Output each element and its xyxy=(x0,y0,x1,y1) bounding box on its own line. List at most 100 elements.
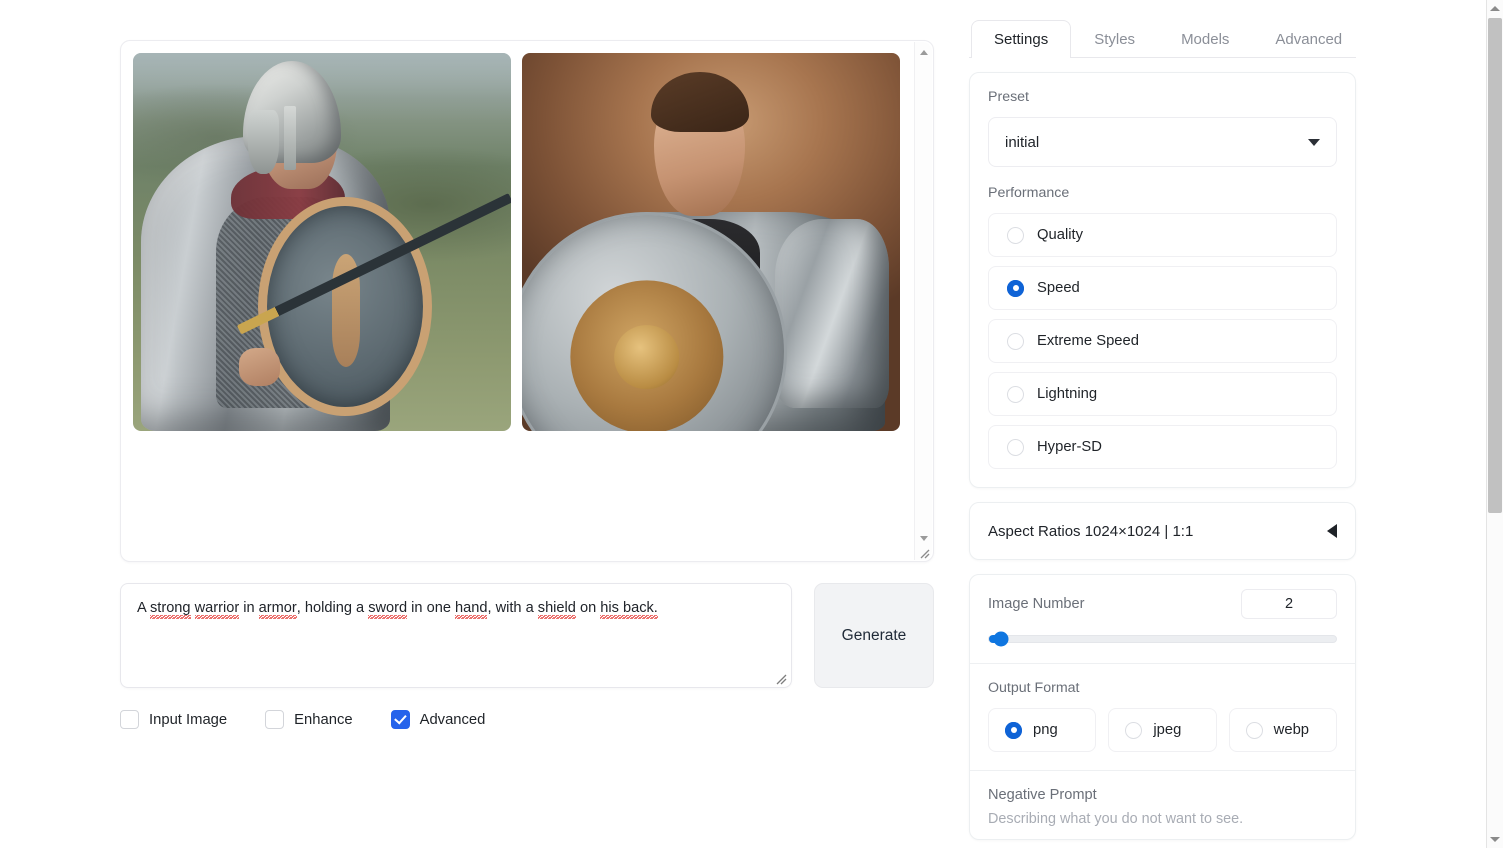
gallery-scroll-up-icon[interactable] xyxy=(915,44,933,60)
negative-prompt-label: Negative Prompt xyxy=(988,787,1097,803)
checkbox-enhance[interactable]: Enhance xyxy=(265,710,353,729)
image-number-section: Image Number 2 xyxy=(970,575,1355,663)
checkbox-enhance-label: Enhance xyxy=(294,711,353,728)
page-scrollbar[interactable] xyxy=(1486,0,1503,848)
page-scroll-down-icon[interactable] xyxy=(1487,831,1503,848)
generated-image-1[interactable] xyxy=(133,53,511,431)
negative-prompt-input[interactable]: Describing what you do not want to see. xyxy=(988,811,1337,827)
prompt-row: A strong warrior in armor, holding a swo… xyxy=(120,583,934,688)
performance-option-lightning[interactable]: Lightning xyxy=(988,372,1337,416)
warrior-cheek-guard xyxy=(248,109,279,174)
image-number-slider[interactable] xyxy=(988,631,1337,647)
prompt-misspelled-word: shield xyxy=(537,600,576,616)
prompt-word xyxy=(191,600,195,616)
checkbox-enhance-box[interactable] xyxy=(265,710,285,729)
checkbox-advanced-box[interactable] xyxy=(390,710,410,729)
output-format-png-label: png xyxy=(1033,722,1058,738)
performance-option-hyper-sd[interactable]: Hyper-SD xyxy=(988,425,1337,469)
radio-icon-extreme-speed[interactable] xyxy=(1007,332,1024,350)
performance-option-speed-label: Speed xyxy=(1037,280,1080,296)
performance-option-quality[interactable]: Quality xyxy=(988,213,1337,257)
generate-button[interactable]: Generate xyxy=(814,583,934,688)
gallery-resize-grip-icon[interactable] xyxy=(916,545,930,559)
performance-option-extreme-speed-label: Extreme Speed xyxy=(1037,333,1139,349)
prompt-text: A strong warrior in armor, holding a swo… xyxy=(137,598,775,618)
chevron-down-icon xyxy=(1308,138,1320,146)
preset-label: Preset xyxy=(988,89,1030,105)
prompt-word: in one xyxy=(407,600,455,616)
tab-settings[interactable]: Settings xyxy=(971,20,1072,58)
gallery-scroll-down-icon[interactable] xyxy=(915,530,933,546)
prompt-resize-grip-icon[interactable] xyxy=(773,671,787,685)
performance-label: Performance xyxy=(988,185,1070,201)
output-format-webp[interactable]: webp xyxy=(1228,708,1337,752)
preset-performance-card: Preset initial Performance Quality Speed… xyxy=(969,72,1356,488)
image-gallery-list xyxy=(121,41,913,561)
prompt-misspelled-word: sword xyxy=(368,600,408,616)
radio-icon-quality[interactable] xyxy=(1007,226,1024,244)
radio-icon-lightning[interactable] xyxy=(1007,385,1024,403)
gallery-scrollbar[interactable] xyxy=(914,42,932,560)
page-scroll-thumb[interactable] xyxy=(1488,18,1502,513)
aspect-ratios-card: Aspect Ratios 1024×1024 | 1:1 xyxy=(969,502,1356,560)
prompt-word: on xyxy=(575,600,601,616)
warrior2-hair xyxy=(650,71,749,133)
aspect-ratios-label: Aspect Ratios 1024×1024 | 1:1 xyxy=(988,522,1194,540)
performance-radio-list: Quality Speed Extreme Speed Lightning Hy… xyxy=(988,213,1337,469)
prompt-word: A xyxy=(137,600,150,616)
tab-models[interactable]: Models xyxy=(1158,20,1252,58)
negative-prompt-section: Negative Prompt Describing what you do n… xyxy=(970,771,1355,839)
image-gallery-panel xyxy=(120,40,934,562)
warrior2-pauldron xyxy=(775,219,889,409)
prompt-misspelled-word: strong xyxy=(149,600,191,616)
performance-option-speed[interactable]: Speed xyxy=(988,266,1337,310)
prompt-word: , holding a xyxy=(296,600,369,616)
page-scroll-up-icon[interactable] xyxy=(1487,0,1503,17)
checkbox-advanced[interactable]: Advanced xyxy=(390,710,486,729)
tab-styles[interactable]: Styles xyxy=(1071,20,1158,58)
settings-panel: Settings Styles Models Advanced Preset i… xyxy=(955,0,1486,848)
output-format-webp-label: webp xyxy=(1273,722,1310,738)
radio-icon-webp[interactable] xyxy=(1245,721,1263,739)
checkbox-advanced-label: Advanced xyxy=(419,711,486,728)
radio-icon-speed[interactable] xyxy=(1007,279,1024,297)
radio-icon-hyper-sd[interactable] xyxy=(1007,438,1024,456)
caret-left-icon xyxy=(1327,524,1337,538)
settings-body: Preset initial Performance Quality Speed… xyxy=(969,58,1356,840)
image-number-input[interactable]: 2 xyxy=(1241,589,1337,619)
performance-option-extreme-speed[interactable]: Extreme Speed xyxy=(988,319,1337,363)
image-settings-card: Image Number 2 Output Format png jpeg we… xyxy=(969,574,1356,840)
output-format-section: Output Format png jpeg webp xyxy=(970,664,1355,770)
checkbox-input-image-box[interactable] xyxy=(120,710,139,729)
output-format-png[interactable]: png xyxy=(988,708,1097,752)
settings-tabs: Settings Styles Models Advanced xyxy=(969,0,1356,58)
output-format-options: png jpeg webp xyxy=(988,708,1337,752)
checkbox-input-image[interactable]: Input Image xyxy=(120,710,227,729)
preset-section: Preset initial xyxy=(970,73,1355,185)
output-format-label: Output Format xyxy=(988,680,1080,696)
output-format-jpeg-label: jpeg xyxy=(1153,722,1182,738)
output-format-jpeg[interactable]: jpeg xyxy=(1108,708,1217,752)
warrior-nasal-guard xyxy=(284,105,297,171)
prompt-input[interactable]: A strong warrior in armor, holding a swo… xyxy=(120,583,792,688)
image-number-head: Image Number 2 xyxy=(988,589,1337,619)
preset-value: initial xyxy=(1005,133,1040,151)
tab-advanced[interactable]: Advanced xyxy=(1252,20,1365,58)
radio-icon-jpeg[interactable] xyxy=(1125,721,1143,739)
performance-option-hyper-sd-label: Hyper-SD xyxy=(1037,439,1102,455)
prompt-misspelled-word: hand xyxy=(455,600,488,616)
image-number-slider-thumb[interactable] xyxy=(993,631,1009,647)
application-root: A strong warrior in armor, holding a swo… xyxy=(0,0,1486,848)
prompt-misspelled-word: armor xyxy=(258,600,297,616)
generated-image-2[interactable] xyxy=(522,53,900,431)
performance-section: Performance Quality Speed Extreme Speed … xyxy=(970,185,1355,487)
options-checkbox-row: Input Image Enhance Advanced xyxy=(120,710,523,729)
prompt-misspelled-word: warrior xyxy=(194,600,240,616)
radio-icon-png[interactable] xyxy=(1005,721,1022,739)
checkbox-input-image-label: Input Image xyxy=(149,711,228,728)
prompt-word: in xyxy=(239,600,259,616)
preset-select[interactable]: initial xyxy=(988,117,1337,167)
performance-option-lightning-label: Lightning xyxy=(1037,386,1098,402)
warrior2-shield-boss xyxy=(570,280,724,431)
aspect-ratios-accordion[interactable]: Aspect Ratios 1024×1024 | 1:1 xyxy=(970,503,1355,559)
